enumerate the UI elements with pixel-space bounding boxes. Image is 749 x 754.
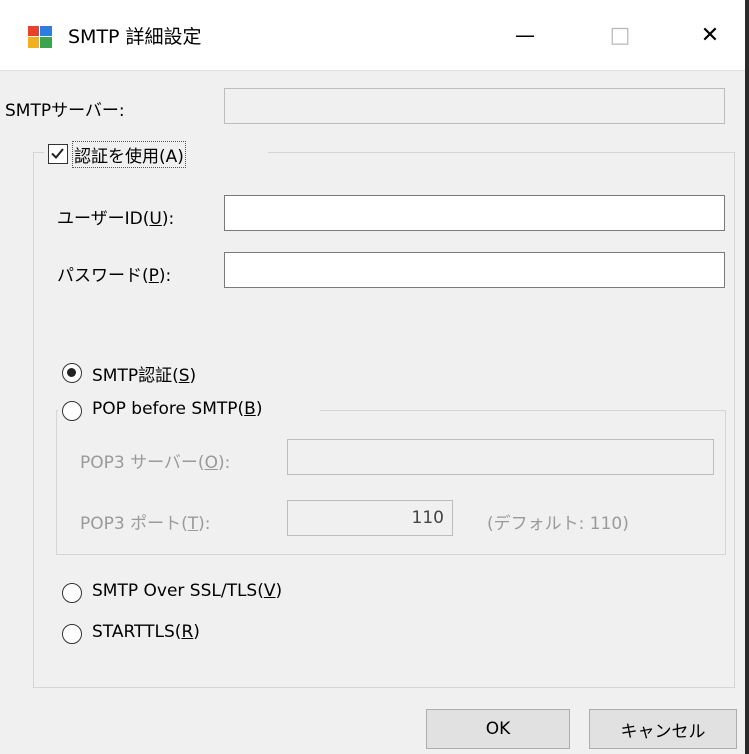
pop3-server-label: POP3 サーバー(O): — [80, 453, 231, 473]
pop3-port-label: POP3 ポート(T): — [80, 514, 211, 534]
window-title: SMTP 詳細設定 — [68, 26, 202, 48]
app-icon — [28, 26, 52, 48]
close-icon: ✕ — [700, 22, 720, 48]
auth-checkbox-label[interactable]: 認証を使用(A) — [72, 141, 186, 168]
auth-checkbox[interactable] — [48, 144, 68, 164]
pop3-port-value: 110 — [411, 508, 444, 528]
pop3-port-input[interactable]: 110 — [287, 500, 453, 536]
window-frame-right — [745, 0, 749, 754]
maximize-icon: □ — [609, 22, 631, 48]
cancel-button[interactable]: キャンセル — [589, 709, 737, 749]
minimize-button[interactable]: — — [495, 0, 555, 70]
pop3-port-default-note: (デフォルト: 110) — [487, 514, 629, 534]
pop-before-smtp-radio[interactable] — [62, 401, 82, 421]
smtp-over-ssl-radio[interactable] — [62, 583, 82, 603]
pop3-server-input[interactable] — [287, 439, 714, 475]
ok-button-label: OK — [485, 719, 511, 739]
pop-before-smtp-label[interactable]: POP before SMTP(B) — [92, 399, 262, 419]
password-input[interactable] — [224, 252, 725, 288]
user-id-label: ユーザーID(U): — [57, 209, 175, 229]
cancel-button-label: キャンセル — [620, 721, 706, 742]
smtp-over-ssl-label[interactable]: SMTP Over SSL/TLS(V) — [92, 581, 282, 601]
smtp-server-label: SMTPサーバー: — [5, 101, 125, 121]
ok-button[interactable]: OK — [426, 709, 570, 749]
password-label: パスワード(P): — [57, 266, 172, 286]
minimize-icon: — — [515, 23, 535, 47]
checkmark-icon — [51, 148, 64, 159]
maximize-button[interactable]: □ — [590, 0, 650, 70]
smtp-auth-radio[interactable] — [62, 363, 82, 383]
smtp-auth-label[interactable]: SMTP認証(S) — [92, 361, 196, 386]
user-id-input[interactable] — [224, 195, 725, 231]
smtp-server-input[interactable] — [224, 88, 725, 124]
close-button[interactable]: ✕ — [680, 0, 740, 70]
starttls-label[interactable]: STARTTLS(R) — [92, 622, 200, 642]
starttls-radio[interactable] — [62, 624, 82, 644]
